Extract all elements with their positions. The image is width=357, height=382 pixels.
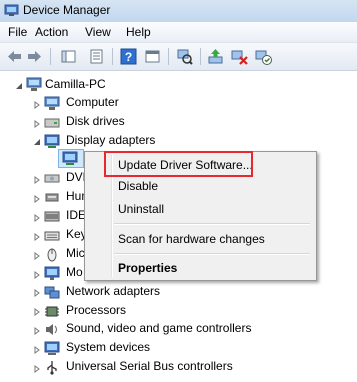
menu-item-uninstall[interactable]: Uninstall <box>118 202 164 216</box>
forward-arrow-icon[interactable] <box>26 48 43 65</box>
menu-separator <box>114 223 310 225</box>
menu-separator <box>114 253 310 255</box>
menu-file[interactable]: File <box>8 25 27 39</box>
properties-icon[interactable] <box>88 48 105 65</box>
help-icon[interactable]: ? <box>120 48 137 65</box>
monitor-icon <box>44 266 60 280</box>
computer-icon <box>44 96 60 110</box>
collapsed-arrow-icon[interactable] <box>33 346 41 354</box>
expanded-arrow-icon[interactable] <box>33 138 41 146</box>
computer-root-icon <box>26 77 42 91</box>
menu-action[interactable]: Action <box>35 25 68 39</box>
collapsed-arrow-icon[interactable] <box>33 289 41 297</box>
collapsed-arrow-icon[interactable] <box>33 195 41 203</box>
collapsed-arrow-icon[interactable] <box>33 233 41 241</box>
expanded-arrow-icon[interactable] <box>15 82 23 90</box>
toolbar-separator <box>50 48 51 65</box>
back-arrow-icon[interactable] <box>6 48 23 65</box>
network-adapter-icon <box>44 286 60 299</box>
toolbar-separator <box>112 48 113 65</box>
human-interface-icon <box>45 193 59 202</box>
menu-help[interactable]: Help <box>126 25 151 39</box>
scan-hardware-icon[interactable] <box>176 48 193 65</box>
dvd-drive-icon <box>44 174 60 183</box>
ide-controller-icon <box>44 211 60 222</box>
tree-view-icon[interactable] <box>60 48 77 65</box>
collapsed-arrow-icon[interactable] <box>33 327 41 335</box>
mouse-icon <box>47 248 57 262</box>
collapsed-arrow-icon[interactable] <box>33 176 41 184</box>
highlight-box <box>104 151 253 177</box>
system-devices-icon <box>44 341 60 355</box>
processor-icon <box>45 306 59 317</box>
usb-icon <box>47 361 57 375</box>
svg-text:?: ? <box>125 50 132 64</box>
collapsed-arrow-icon[interactable] <box>33 271 41 279</box>
disk-drive-icon <box>44 118 60 128</box>
collapsed-arrow-icon[interactable] <box>33 120 41 128</box>
device-manager-icon <box>4 4 19 16</box>
menu-item-properties[interactable]: Properties <box>118 261 177 275</box>
sound-icon <box>46 324 57 335</box>
window-title: Device Manager <box>23 3 111 17</box>
uninstall-icon[interactable] <box>231 48 248 65</box>
title-bar: Device Manager <box>0 0 357 22</box>
console-icon[interactable] <box>144 48 161 65</box>
toolbar-separator <box>200 48 201 65</box>
update-driver-icon[interactable] <box>207 48 224 65</box>
collapsed-arrow-icon[interactable] <box>33 365 41 373</box>
display-adapter-icon <box>62 151 78 165</box>
keyboard-icon <box>44 231 60 241</box>
enable-device-icon[interactable] <box>255 48 272 65</box>
menu-view[interactable]: View <box>85 25 111 39</box>
menu-item-disable[interactable]: Disable <box>118 179 158 193</box>
toolbar: ? <box>0 43 357 71</box>
menu-bar: File Action View Help <box>0 22 357 43</box>
menu-item-scan[interactable]: Scan for hardware changes <box>118 232 265 246</box>
display-adapter-icon <box>44 134 60 148</box>
collapsed-arrow-icon[interactable] <box>33 214 41 222</box>
collapsed-arrow-icon[interactable] <box>33 308 41 316</box>
collapsed-arrow-icon[interactable] <box>33 252 41 260</box>
toolbar-separator <box>168 48 169 65</box>
collapsed-arrow-icon[interactable] <box>33 101 41 109</box>
